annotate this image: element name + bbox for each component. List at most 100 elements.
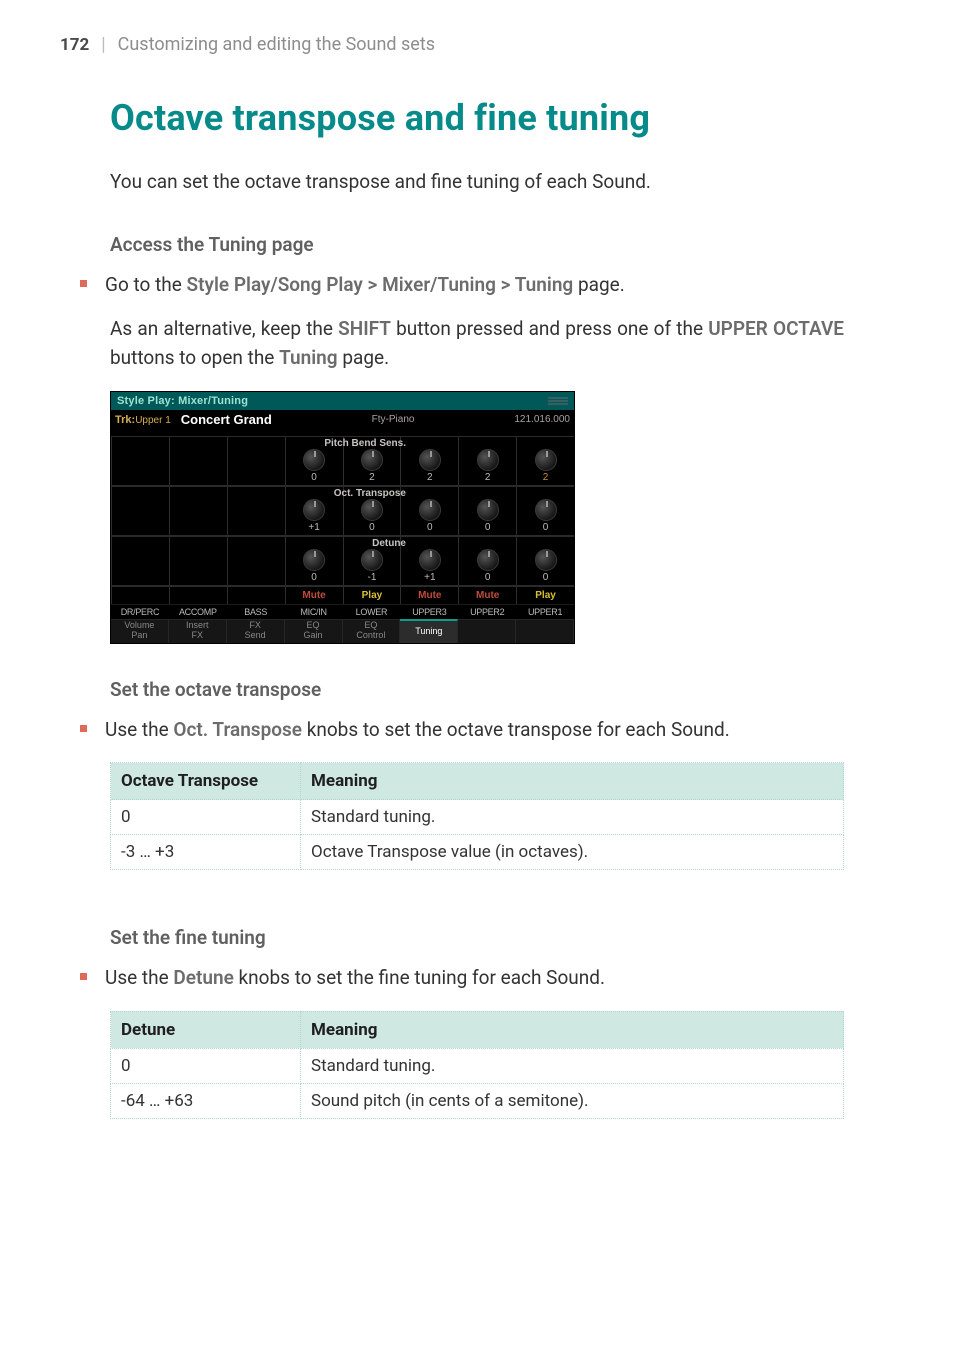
td-meaning: Standard tuning. bbox=[301, 800, 844, 835]
knob-cell[interactable]: 0 bbox=[458, 487, 516, 535]
heading-oct-transpose: Set the octave transpose bbox=[110, 678, 844, 701]
td-meaning: Octave Transpose value (in octaves). bbox=[301, 835, 844, 870]
mute-button[interactable]: Mute bbox=[458, 587, 516, 604]
row-label-detune: Detune bbox=[372, 538, 406, 549]
chapter-title: Customizing and editing the Sound sets bbox=[118, 34, 435, 55]
knob-cell[interactable]: 0 bbox=[516, 537, 574, 585]
table-row: 0Standard tuning. bbox=[111, 800, 844, 835]
tab-blank bbox=[458, 619, 516, 643]
knob-cell bbox=[111, 437, 169, 485]
track-label: UPPER1 bbox=[516, 605, 574, 619]
heading-access-tuning: Access the Tuning page bbox=[110, 233, 844, 256]
menu-path: Style Play/Song Play > Mixer/Tuning > Tu… bbox=[187, 273, 574, 296]
row-oct-transpose: Oct. Transpose +10000 bbox=[111, 486, 574, 536]
blank-cell bbox=[111, 587, 169, 604]
mute-button[interactable]: Mute bbox=[400, 587, 458, 604]
knob-cell[interactable]: 0 bbox=[285, 537, 343, 585]
table-row: -64 … +63Sound pitch (in cents of a semi… bbox=[111, 1083, 844, 1118]
knob-cell[interactable]: 0 bbox=[458, 537, 516, 585]
knob-cell[interactable]: 0 bbox=[400, 487, 458, 535]
row-tabs: Volume PanInsert FXFX SendEQ GainEQ Cont… bbox=[111, 619, 574, 643]
play-button[interactable]: Play bbox=[343, 587, 401, 604]
shift-key: SHIFT bbox=[338, 317, 391, 340]
track-label: MIC/IN bbox=[285, 605, 343, 619]
td-key: -3 … +3 bbox=[111, 835, 301, 870]
row-label-oct: Oct. Transpose bbox=[334, 488, 406, 499]
knob-cell[interactable]: 2 bbox=[400, 437, 458, 485]
bullet-text: Use the Detune knobs to set the fine tun… bbox=[105, 963, 605, 992]
th-key: Detune bbox=[111, 1011, 301, 1048]
tab-tuning[interactable]: Tuning bbox=[400, 619, 458, 643]
row-tracklabels: DR/PERCACCOMPBASSMIC/INLOWERUPPER3UPPER2… bbox=[111, 604, 574, 619]
tab-eq[interactable]: EQ Gain bbox=[285, 619, 343, 643]
tab-blank bbox=[516, 619, 574, 643]
tab-insert[interactable]: Insert FX bbox=[169, 619, 227, 643]
table-detune: Detune Meaning 0Standard tuning.-64 … +6… bbox=[110, 1011, 844, 1119]
knob-cell bbox=[169, 437, 227, 485]
table-row: -3 … +3Octave Transpose value (in octave… bbox=[111, 835, 844, 870]
blank-cell bbox=[227, 587, 285, 604]
page-title: Octave transpose and fine tuning bbox=[110, 97, 844, 139]
tab-fx[interactable]: FX Send bbox=[227, 619, 285, 643]
track-label: BASS bbox=[227, 605, 285, 619]
td-key: 0 bbox=[111, 1048, 301, 1083]
row-detune: Detune 0-1+100 bbox=[111, 536, 574, 586]
row-muteplay: MutePlayMuteMutePlay bbox=[111, 586, 574, 604]
th-key: Octave Transpose bbox=[111, 763, 301, 800]
track-label: DR/PERC bbox=[111, 605, 169, 619]
knob-cell bbox=[227, 437, 285, 485]
knob-cell[interactable]: 2 bbox=[516, 437, 574, 485]
text: buttons to open the bbox=[110, 346, 279, 369]
page-number: 172 bbox=[60, 35, 89, 55]
track-label: UPPER3 bbox=[400, 605, 458, 619]
device-titlebar: Style Play: Mixer/Tuning bbox=[111, 392, 574, 410]
text: knobs to set the octave transpose for ea… bbox=[302, 718, 730, 741]
blank-cell bbox=[169, 587, 227, 604]
text: As an alternative, keep the bbox=[110, 317, 338, 340]
td-meaning: Standard tuning. bbox=[301, 1048, 844, 1083]
program-id: 121.016.000 bbox=[514, 414, 570, 425]
row-pitch-bend-sens: Pitch Bend Sens. 02222 bbox=[111, 436, 574, 486]
knob-cell[interactable]: +1 bbox=[400, 537, 458, 585]
bullet-access-path: Go to the Style Play/Song Play > Mixer/T… bbox=[80, 270, 844, 299]
tab-eq[interactable]: EQ Control bbox=[343, 619, 401, 643]
row-label-pbs: Pitch Bend Sens. bbox=[324, 438, 406, 449]
bullet-detune: Use the Detune knobs to set the fine tun… bbox=[80, 963, 844, 992]
device-knob-area: Pitch Bend Sens. 02222 Oct. Transpose +1… bbox=[111, 430, 574, 643]
bullet-oct-transpose: Use the Oct. Transpose knobs to set the … bbox=[80, 715, 844, 744]
track-label: UPPER2 bbox=[458, 605, 516, 619]
alt-instruction: As an alternative, keep the SHIFT button… bbox=[110, 314, 844, 373]
bullet-text: Go to the Style Play/Song Play > Mixer/T… bbox=[105, 270, 625, 299]
text: Use the bbox=[105, 966, 173, 989]
menu-icon[interactable] bbox=[548, 397, 568, 405]
oct-transpose-knob: Oct. Transpose bbox=[173, 718, 302, 741]
knob-cell bbox=[169, 487, 227, 535]
table-oct-transpose: Octave Transpose Meaning 0Standard tunin… bbox=[110, 762, 844, 870]
intro-paragraph: You can set the octave transpose and fin… bbox=[110, 167, 844, 197]
track-label: ACCOMP bbox=[169, 605, 227, 619]
bullet-icon bbox=[80, 280, 87, 287]
bullet-icon bbox=[80, 725, 87, 732]
text: Go to the bbox=[105, 273, 187, 296]
preset-name: Concert Grand bbox=[181, 412, 272, 427]
page-header-separator: | bbox=[101, 34, 105, 55]
device-title: Style Play: Mixer/Tuning bbox=[117, 395, 248, 407]
text: page. bbox=[573, 273, 624, 296]
knob-cell bbox=[111, 537, 169, 585]
td-meaning: Sound pitch (in cents of a semitone). bbox=[301, 1083, 844, 1118]
knob-cell bbox=[169, 537, 227, 585]
tuning-page: Tuning bbox=[279, 346, 338, 369]
table-row: 0Standard tuning. bbox=[111, 1048, 844, 1083]
upper-octave-key: UPPER OCTAVE bbox=[708, 317, 844, 340]
mute-button[interactable]: Mute bbox=[285, 587, 343, 604]
play-button[interactable]: Play bbox=[516, 587, 574, 604]
knob-cell[interactable]: 0 bbox=[516, 487, 574, 535]
bullet-text: Use the Oct. Transpose knobs to set the … bbox=[105, 715, 730, 744]
heading-fine-tuning: Set the fine tuning bbox=[110, 926, 844, 949]
family-name: Fty-Piano bbox=[282, 414, 505, 425]
bullet-icon bbox=[80, 973, 87, 980]
tab-volume[interactable]: Volume Pan bbox=[111, 619, 169, 643]
knob-cell[interactable]: 2 bbox=[458, 437, 516, 485]
detune-knob: Detune bbox=[173, 966, 233, 989]
th-meaning: Meaning bbox=[301, 763, 844, 800]
